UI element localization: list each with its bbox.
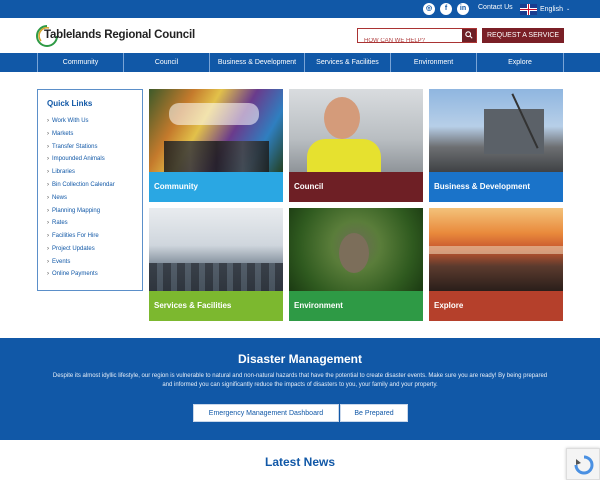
tile-council[interactable]: Council [289,89,423,202]
sunset-landscape-image [429,208,563,291]
tile-explore[interactable]: Explore [429,208,563,321]
nav-explore[interactable]: Explore [476,53,564,72]
construction-site-image [429,89,563,172]
nav-services-facilities[interactable]: Services & Facilities [304,53,390,72]
logo-text: Tablelands Regional Council [44,29,195,41]
language-label: English [540,5,563,13]
quick-link[interactable]: › Transfer Stations [47,144,97,150]
council-logo[interactable]: Tablelands Regional Council [36,25,206,49]
quick-link[interactable]: › Impounded Animals [47,156,105,162]
quick-link[interactable]: › Planning Mapping [47,208,100,214]
quick-links-panel: Quick Links › Work With Us › Markets › Tran… [37,89,143,291]
tile-explore-label: Explore [429,291,563,321]
search-icon [465,31,473,39]
council-person-image [289,89,423,172]
linkedin-icon[interactable]: in [457,3,469,15]
quick-link[interactable]: › Bin Collection Calendar [47,182,115,188]
quick-link[interactable]: › Work With Us [47,118,89,124]
recaptcha-icon [574,455,594,475]
quick-link[interactable]: › Facilities For Hire [47,233,99,239]
tile-business-label: Business & Development [429,172,563,202]
nav-environment[interactable]: Environment [390,53,476,72]
request-service-button[interactable]: REQUEST A SERVICE [482,28,564,43]
main-nav: Community Council Business & Development… [0,53,600,72]
tile-business-development[interactable]: Business & Development [429,89,563,202]
facebook-icon[interactable]: f [440,3,452,15]
quick-link[interactable]: › Rates [47,220,68,226]
quick-link[interactable]: › Events [47,259,70,265]
tile-council-label: Council [289,172,423,202]
top-utility-bar: ◎ f in Contact Us English ⌄ [0,0,600,18]
uk-flag-icon [520,3,537,15]
community-mural-image [149,89,283,172]
tile-community-label: Community [149,172,283,202]
quick-link[interactable]: › Online Payments [47,271,98,277]
quick-link[interactable]: › Libraries [47,169,75,175]
be-prepared-button[interactable]: Be Prepared [340,404,408,422]
recaptcha-badge[interactable] [566,448,600,480]
nav-business-development[interactable]: Business & Development [209,53,304,72]
disaster-text: Despite its almost idyllic lifestyle, ou… [52,373,548,388]
meeting-room-image [149,208,283,291]
disaster-title: Disaster Management [237,352,363,366]
tile-community[interactable]: Community [149,89,283,202]
chevron-down-icon: ⌄ [565,6,571,12]
quick-link[interactable]: › News [47,195,67,201]
quick-link[interactable]: › Project Updates [47,246,95,252]
tile-environment[interactable]: Environment [289,208,423,321]
contact-us-link[interactable]: Contact Us [478,4,513,11]
quick-links-title: Quick Links [47,99,93,108]
nav-community[interactable]: Community [37,53,123,72]
search-input[interactable] [358,34,462,48]
search-button[interactable] [462,29,476,42]
tile-services-label: Services & Facilities [149,291,283,321]
search-box [357,28,477,48]
tile-environment-label: Environment [289,291,423,321]
quick-link[interactable]: › Markets [47,131,73,137]
nav-council[interactable]: Council [123,53,209,72]
latest-news-heading: Latest News [264,455,336,469]
instagram-icon[interactable]: ◎ [423,3,435,15]
disaster-management-section: Disaster Management Despite its almost i… [0,338,600,440]
emergency-dashboard-button[interactable]: Emergency Management Dashboard [193,404,339,422]
tile-services-facilities[interactable]: Services & Facilities [149,208,283,321]
language-selector[interactable]: English ⌄ [520,2,570,16]
possum-wildlife-image [289,208,423,291]
